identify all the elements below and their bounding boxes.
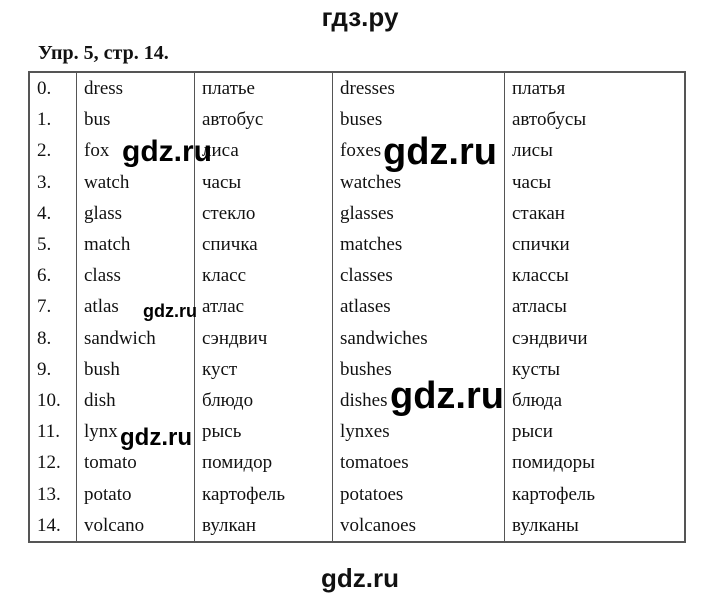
row-number: 8. (28, 322, 77, 354)
plural-word: glasses (332, 197, 505, 229)
row-number: 5. (28, 228, 77, 261)
singular-translation: помидор (194, 447, 333, 479)
plural-translation: спички (504, 228, 686, 261)
singular-word: glass (76, 197, 195, 229)
plural-word: atlases (332, 291, 505, 323)
row-number: 14. (28, 509, 77, 542)
plural-translation: картофель (504, 478, 686, 510)
singular-translation: спичка (194, 228, 333, 261)
plural-translation: лисы (504, 135, 686, 167)
plural-translation: сэндвичи (504, 322, 686, 354)
plural-word: classes (332, 260, 505, 292)
row-number: 12. (28, 447, 77, 479)
watermark: gdz.ru (122, 135, 212, 168)
plural-translation: вулканы (504, 509, 686, 542)
plural-word: matches (332, 228, 505, 261)
table-row: 8. sandwich сэндвич sandwiches сэндвичи (28, 322, 686, 354)
singular-translation: вулкан (194, 509, 333, 542)
singular-word: tomato (76, 447, 195, 479)
table-row: 5. match спичка matches спички (28, 228, 686, 261)
row-number: 2. (28, 135, 77, 167)
singular-translation: автобус (194, 104, 333, 136)
row-number: 6. (28, 260, 77, 292)
watermark: gdz.ru (390, 375, 504, 417)
site-footer: gdz.ru (321, 563, 399, 593)
plural-translation: блюда (504, 384, 686, 417)
plural-translation: рыси (504, 416, 686, 448)
table-row: 13. potato картофель potatoes картофель (28, 478, 686, 510)
plural-translation: кусты (504, 353, 686, 385)
singular-word: volcano (76, 509, 195, 542)
singular-word: bus (76, 104, 195, 136)
row-number: 0. (28, 72, 77, 105)
row-number: 11. (28, 416, 77, 448)
watermark: gdz.ru (143, 301, 197, 321)
singular-translation: атлас (194, 291, 333, 323)
row-number: 9. (28, 353, 77, 385)
singular-translation: картофель (194, 478, 333, 510)
singular-word: sandwich (76, 322, 195, 354)
plural-word: volcanoes (332, 509, 505, 542)
row-number: 3. (28, 166, 77, 198)
table-row: 7. atlas атлас atlases атласы (28, 291, 686, 323)
singular-word: potato (76, 478, 195, 510)
plural-translation: часы (504, 166, 686, 198)
plural-translation: помидоры (504, 447, 686, 479)
site-header: гдз.ру (321, 2, 399, 32)
singular-translation: платье (194, 72, 333, 105)
plural-translation: классы (504, 260, 686, 292)
singular-translation: часы (194, 166, 333, 198)
plural-translation: стакан (504, 197, 686, 229)
table-row: 14. volcano вулкан volcanoes вулканы (28, 509, 686, 542)
table-row: 3. watch часы watches часы (28, 166, 686, 198)
plural-word: sandwiches (332, 322, 505, 354)
table-row: 10. dish блюдо dishes блюда (28, 384, 686, 417)
singular-word: match (76, 228, 195, 261)
singular-word: bush (76, 353, 195, 385)
singular-translation: класс (194, 260, 333, 292)
row-number: 1. (28, 104, 77, 136)
plural-word: potatoes (332, 478, 505, 510)
row-number: 7. (28, 291, 77, 323)
plural-word: lynxes (332, 416, 505, 448)
singular-word: dress (76, 72, 195, 105)
singular-translation: стекло (194, 197, 333, 229)
table-row: 9. bush куст bushes кусты (28, 353, 686, 385)
table-row: 6. class класс classes классы (28, 260, 686, 292)
row-number: 4. (28, 197, 77, 229)
exercise-title: Упр. 5, стр. 14. (38, 42, 169, 64)
table-row: 12. tomato помидор tomatoes помидоры (28, 447, 686, 479)
watermark: gdz.ru (120, 424, 192, 451)
plural-word: tomatoes (332, 447, 505, 479)
singular-translation: лиса (194, 135, 333, 167)
plural-word: dresses (332, 72, 505, 105)
singular-word: dish (76, 384, 195, 417)
table-row: 4. glass стекло glasses стакан (28, 197, 686, 229)
table-row: 0. dress платье dresses платья (28, 72, 686, 105)
plural-translation: платья (504, 72, 686, 105)
table-row: 1. bus автобус buses автобусы (28, 104, 686, 136)
singular-translation: блюдо (194, 384, 333, 417)
row-number: 10. (28, 384, 77, 417)
singular-translation: сэндвич (194, 322, 333, 354)
singular-translation: куст (194, 353, 333, 385)
plural-translation: автобусы (504, 104, 686, 136)
plural-translation: атласы (504, 291, 686, 323)
singular-word: watch (76, 166, 195, 198)
watermark: gdz.ru (383, 131, 497, 173)
singular-word: class (76, 260, 195, 292)
singular-translation: рысь (194, 416, 333, 448)
row-number: 13. (28, 478, 77, 510)
